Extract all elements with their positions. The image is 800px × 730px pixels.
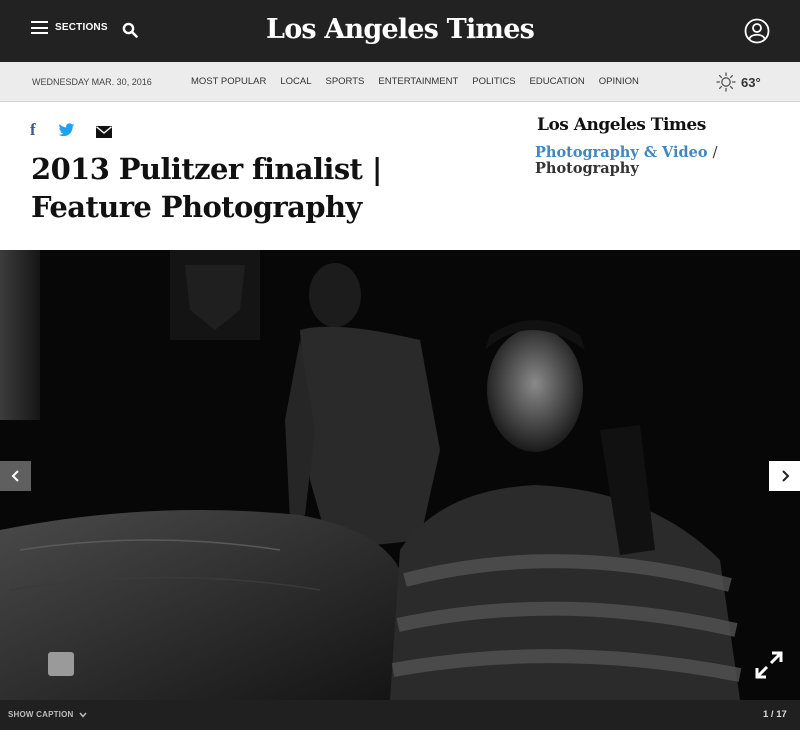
top-header: SECTIONS Los Angeles Times xyxy=(0,0,800,62)
nav-link-politics[interactable]: POLITICS xyxy=(472,76,515,87)
breadcrumb-photography[interactable]: Photography xyxy=(535,160,639,177)
sun-icon xyxy=(716,72,736,92)
previous-photo-button[interactable] xyxy=(0,461,31,491)
temperature: 63° xyxy=(741,74,761,90)
nav-link-entertainment[interactable]: ENTERTAINMENT xyxy=(378,76,458,87)
gallery-image xyxy=(0,250,800,700)
section-brand-logo[interactable]: Los Angeles Times xyxy=(537,115,706,135)
chevron-down-icon xyxy=(78,712,87,718)
section-nav-bar: WEDNESDAY MAR. 30, 2016 MOST POPULAR LOC… xyxy=(0,62,800,102)
nav-link-local[interactable]: LOCAL xyxy=(280,76,311,87)
photo-counter: 1 / 17 xyxy=(763,709,787,720)
breadcrumb-photography-video[interactable]: Photography & Video xyxy=(535,144,708,161)
breadcrumb-separator: / xyxy=(712,145,718,161)
weather-widget[interactable]: 63° xyxy=(716,72,761,92)
masthead-logo[interactable]: Los Angeles Times xyxy=(0,14,800,45)
nav-link-most-popular[interactable]: MOST POPULAR xyxy=(191,76,266,87)
facebook-icon[interactable]: f xyxy=(30,120,36,140)
expand-icon[interactable] xyxy=(754,650,784,680)
breadcrumb: Photography & Video / Photography xyxy=(535,145,775,177)
nav-link-opinion[interactable]: OPINION xyxy=(599,76,639,87)
nav-links: MOST POPULAR LOCAL SPORTS ENTERTAINMENT … xyxy=(191,76,653,87)
chevron-right-icon xyxy=(781,470,789,482)
nav-link-sports[interactable]: SPORTS xyxy=(325,76,364,87)
nav-link-education[interactable]: EDUCATION xyxy=(530,76,585,87)
show-caption-button[interactable]: SHOW CAPTION xyxy=(8,710,87,719)
next-photo-button[interactable] xyxy=(769,461,800,491)
twitter-icon[interactable] xyxy=(58,123,75,138)
email-icon[interactable] xyxy=(96,126,112,138)
user-icon[interactable] xyxy=(744,18,770,44)
caption-bar: SHOW CAPTION 1 / 17 xyxy=(0,700,800,730)
show-caption-label: SHOW CAPTION xyxy=(8,710,74,719)
current-date: WEDNESDAY MAR. 30, 2016 xyxy=(32,77,152,87)
gallery-photo xyxy=(0,250,800,700)
page-title: 2013 Pulitzer finalist | Feature Photogr… xyxy=(31,152,382,224)
chevron-left-icon xyxy=(11,470,19,482)
